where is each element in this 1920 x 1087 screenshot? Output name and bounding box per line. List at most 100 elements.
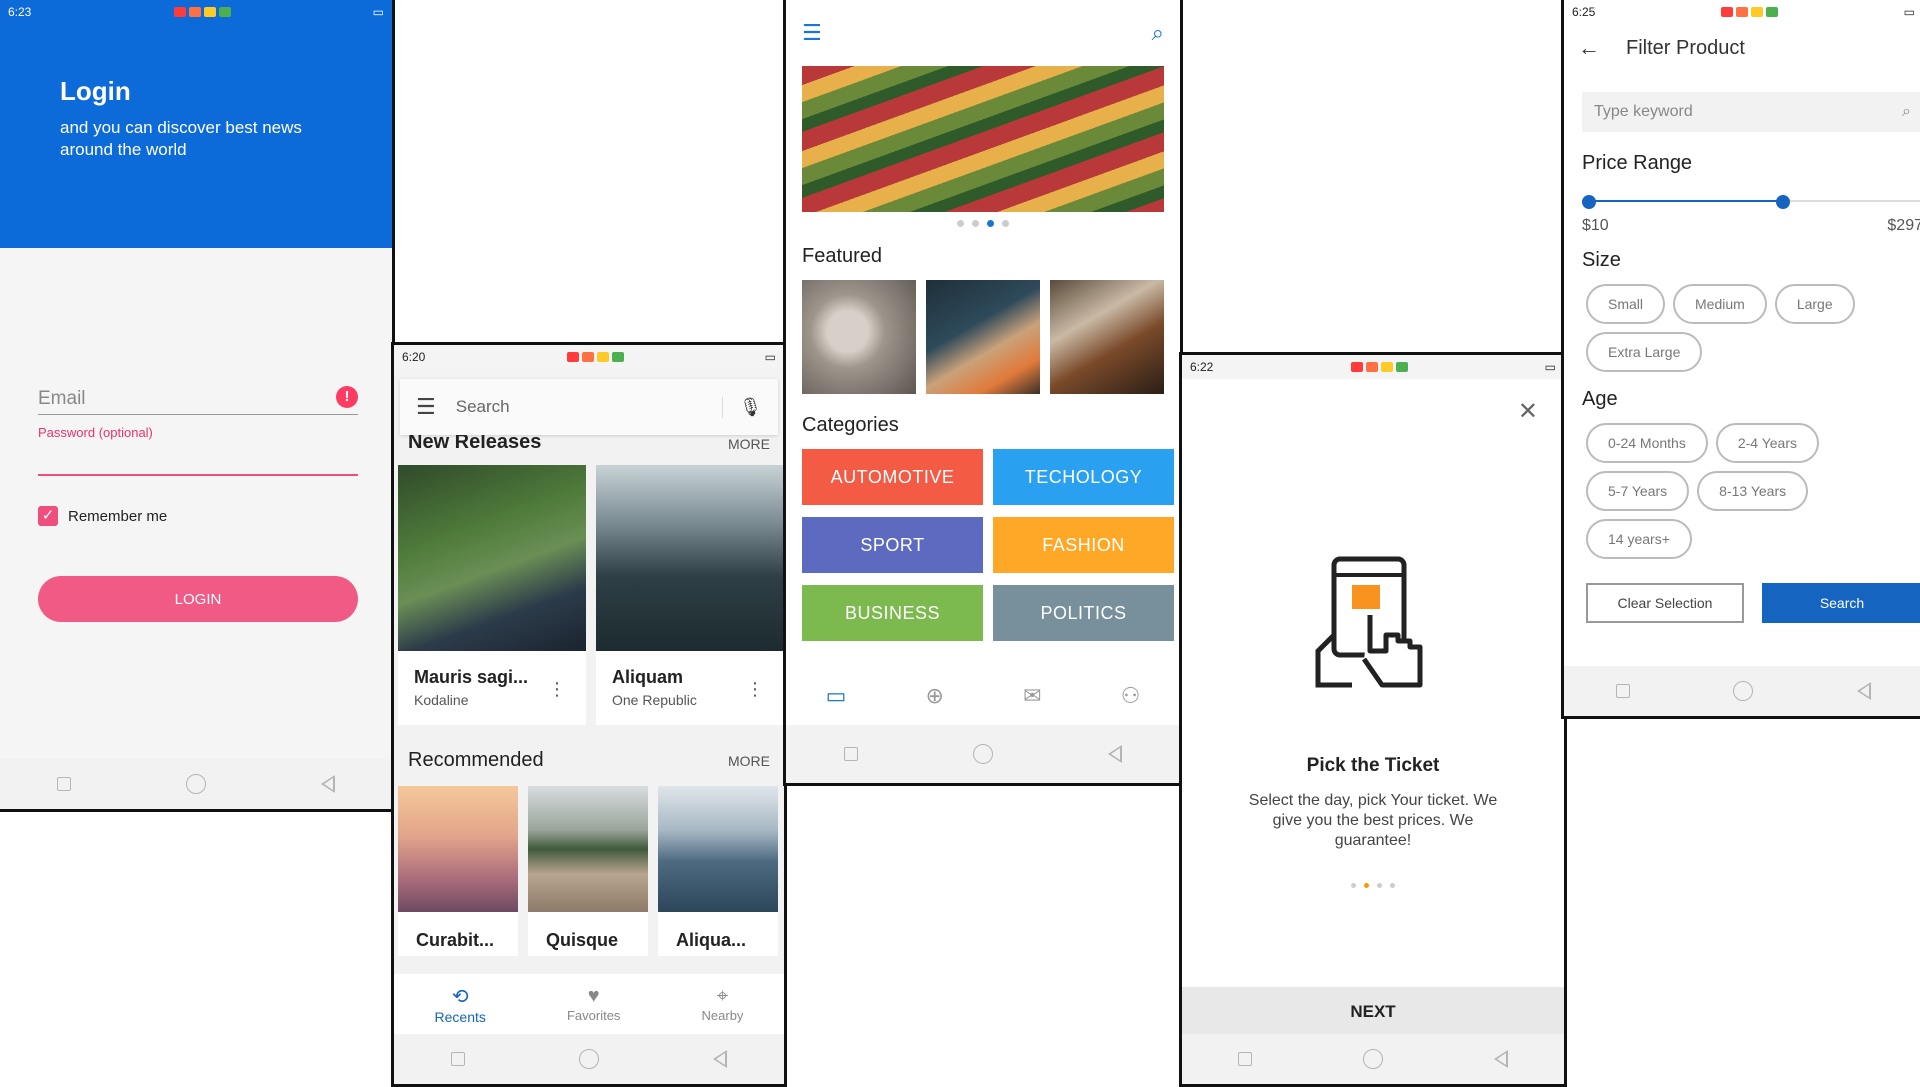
search-button[interactable]: Search <box>1762 583 1920 623</box>
back-icon[interactable] <box>320 775 335 793</box>
home-icon[interactable] <box>1362 1049 1383 1069</box>
status-time: 6:23 <box>8 5 32 19</box>
min-price: $10 <box>1582 217 1609 234</box>
recommended-cards: Curabit... Quisque Aliqua... <box>394 786 784 956</box>
search-bar[interactable]: ☰ Search 🎙 <box>400 379 778 435</box>
search-icon[interactable]: ⌕ <box>1152 20 1164 46</box>
release-card[interactable]: Aliquam One Republic ⋮ <box>596 465 784 725</box>
chip-age[interactable]: 5-7 Years <box>1586 471 1690 511</box>
error-icon: ! <box>336 386 358 408</box>
category-automotive[interactable]: AUTOMOTIVE <box>802 449 983 505</box>
chip-age[interactable]: 8-13 Years <box>1697 471 1809 511</box>
email-field[interactable]: Email ! <box>38 386 358 415</box>
more-link[interactable]: MORE <box>728 437 770 449</box>
featured-title: Featured <box>802 245 883 267</box>
menu-icon[interactable]: ☰ <box>416 394 436 420</box>
recent-apps-icon[interactable] <box>1615 684 1630 698</box>
home-icon[interactable] <box>579 1049 599 1069</box>
chip-age[interactable]: 0-24 Months <box>1586 423 1708 463</box>
status-time: 6:25 <box>1572 5 1596 19</box>
home-icon[interactable] <box>972 744 993 764</box>
checkbox-checked-icon[interactable]: ✓ <box>38 506 58 526</box>
home-icon[interactable] <box>185 774 206 794</box>
search-input[interactable]: Search <box>456 397 722 417</box>
category-business[interactable]: BUSINESS <box>802 585 983 641</box>
size-title: Size <box>1582 249 1621 271</box>
price-slider[interactable] <box>1582 195 1920 209</box>
mic-icon[interactable]: 🎙 <box>722 396 762 418</box>
category-politics[interactable]: POLITICS <box>993 585 1174 641</box>
remember-label: Remember me <box>68 507 168 525</box>
password-label: Password (optional) <box>38 425 153 440</box>
home-icon[interactable] <box>1733 681 1754 701</box>
location-pin-icon: ⌖ <box>716 985 729 1007</box>
mail-icon[interactable]: ✉ <box>1023 683 1041 709</box>
tab-favorites[interactable]: ♥ Favorites <box>567 985 620 1023</box>
close-icon[interactable]: ✕ <box>1518 397 1538 426</box>
tab-nearby[interactable]: ⌖ Nearby <box>702 985 744 1023</box>
clear-selection-button[interactable]: Clear Selection <box>1586 583 1744 623</box>
category-grid: AUTOMOTIVE TECHOLOGY SPORT FASHION BUSIN… <box>786 449 1180 641</box>
recent-apps-icon[interactable] <box>451 1052 465 1066</box>
release-artist: Kodaline <box>414 692 469 708</box>
recommended-title: Quisque <box>546 930 619 950</box>
release-title: Aliquam <box>612 667 684 687</box>
add-circle-icon[interactable]: ⊕ <box>926 683 944 709</box>
chip-extra-large[interactable]: Extra Large <box>1586 332 1703 372</box>
tab-recents[interactable]: ⟲ Recents <box>435 984 486 1025</box>
login-header: Login and you can discover best news aro… <box>0 24 392 248</box>
recommended-title: Recommended <box>408 749 544 771</box>
password-field[interactable] <box>38 440 358 476</box>
more-link[interactable]: MORE <box>728 753 770 769</box>
search-icon[interactable]: ⌕ <box>1902 103 1911 121</box>
login-button[interactable]: LOGIN <box>38 576 358 622</box>
back-icon[interactable] <box>713 1050 727 1068</box>
featured-item[interactable] <box>802 280 916 394</box>
battery-icon: ▭ <box>1544 360 1556 374</box>
back-icon[interactable] <box>1857 682 1872 700</box>
recommended-card[interactable]: Curabit... <box>398 786 518 956</box>
bottom-tab-bar: ⟲ Recents ♥ Favorites ⌖ Nearby <box>394 974 784 1034</box>
filter-screen: 6:25 ▭ ← Filter Product Type keyword ⌕ P… <box>1561 0 1920 719</box>
chip-medium[interactable]: Medium <box>1673 284 1767 324</box>
category-technology[interactable]: TECHOLOGY <box>993 449 1174 505</box>
category-sport[interactable]: SPORT <box>802 517 983 573</box>
recent-apps-icon[interactable] <box>1237 1052 1252 1066</box>
back-icon[interactable] <box>1494 1050 1509 1068</box>
chip-age[interactable]: 14 years+ <box>1586 519 1692 559</box>
status-bar: 6:20 ▭ <box>394 345 784 369</box>
featured-item[interactable] <box>926 280 1040 394</box>
price-labels: $10 $297 <box>1564 207 1920 235</box>
recommended-card[interactable]: Quisque <box>528 786 648 956</box>
recommended-image <box>658 786 778 912</box>
heart-icon: ♥ <box>587 985 600 1007</box>
status-icons <box>1350 362 1408 372</box>
back-icon[interactable] <box>1108 745 1123 763</box>
history-icon: ⟲ <box>451 985 469 1008</box>
chip-small[interactable]: Small <box>1586 284 1666 324</box>
more-vert-icon[interactable]: ⋮ <box>548 679 566 700</box>
remember-me[interactable]: ✓ Remember me <box>38 506 354 526</box>
featured-item[interactable] <box>1050 280 1164 394</box>
arrow-back-icon[interactable]: ← <box>1578 35 1600 61</box>
price-range-title: Price Range <box>1582 152 1693 174</box>
release-card[interactable]: Mauris sagi... Kodaline ⋮ <box>398 465 586 725</box>
keyword-input[interactable]: Type keyword ⌕ <box>1582 92 1920 132</box>
next-button[interactable]: NEXT <box>1182 987 1564 1037</box>
chip-large[interactable]: Large <box>1774 284 1855 324</box>
banner-image[interactable] <box>802 66 1164 212</box>
recent-apps-icon[interactable] <box>57 777 72 791</box>
slider-min-handle[interactable] <box>1582 195 1596 209</box>
slider-max-handle[interactable] <box>1776 195 1790 209</box>
profile-icon[interactable]: ⚇ <box>1121 683 1141 709</box>
category-fashion[interactable]: FASHION <box>993 517 1174 573</box>
onboarding-screen: 6:22 ▭ ✕ Pick the Ticket Select the day,… <box>1179 352 1567 1087</box>
chip-age[interactable]: 2-4 Years <box>1715 423 1819 463</box>
recommended-card[interactable]: Aliqua... <box>658 786 778 956</box>
recent-apps-icon[interactable] <box>843 747 858 761</box>
menu-icon[interactable]: ☰ <box>802 20 822 46</box>
login-subtitle: and you can discover best news around th… <box>60 118 302 159</box>
status-time: 6:22 <box>1190 360 1214 374</box>
more-vert-icon[interactable]: ⋮ <box>746 679 764 700</box>
browser-icon[interactable]: ▭ <box>826 683 847 709</box>
